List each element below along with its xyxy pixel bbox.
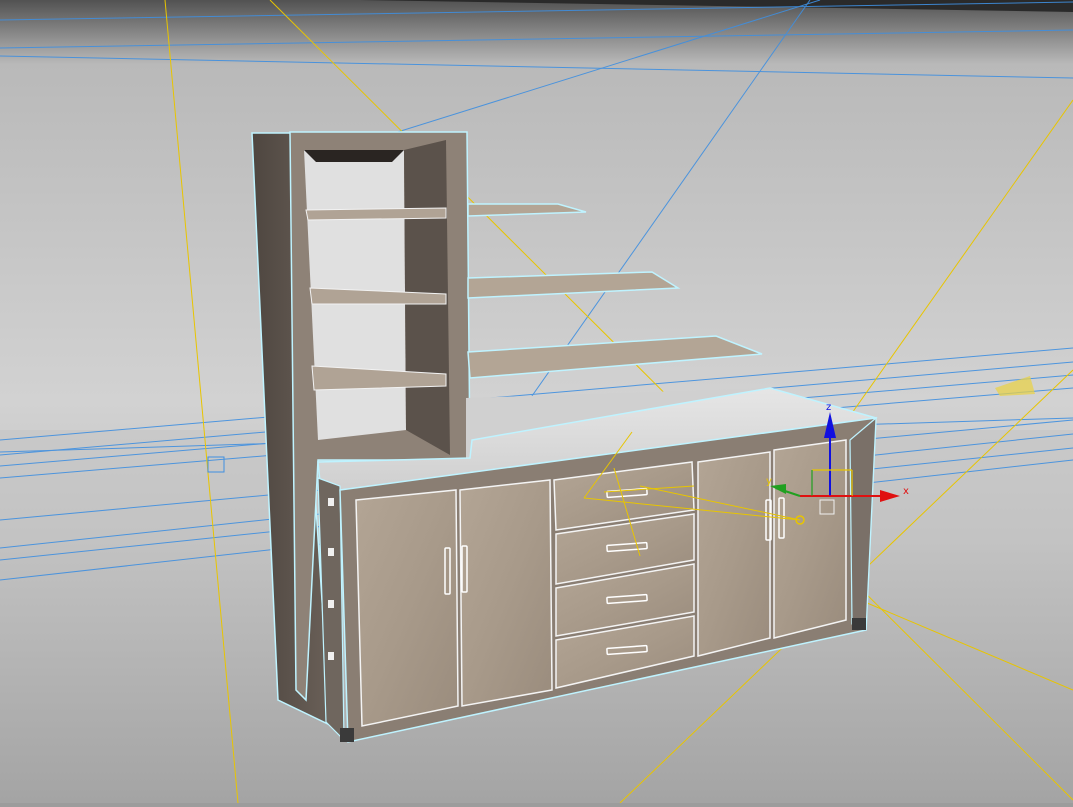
gizmo-z-label: z (826, 402, 831, 413)
right-door-1[interactable] (697, 451, 771, 657)
bookcase-interior-shade (304, 150, 404, 162)
gizmo-y-label: y (766, 476, 772, 487)
cabinet-foot (852, 618, 866, 630)
gizmo-x-label: x (903, 486, 909, 497)
cabinet-foot (340, 728, 354, 742)
3d-viewport[interactable]: x y z (0, 0, 1073, 804)
bookcase-shelf[interactable] (305, 207, 447, 221)
left-door-1[interactable] (355, 489, 459, 727)
left-door-2[interactable] (459, 479, 553, 707)
viewport-scene[interactable]: x y z (0, 0, 1073, 804)
